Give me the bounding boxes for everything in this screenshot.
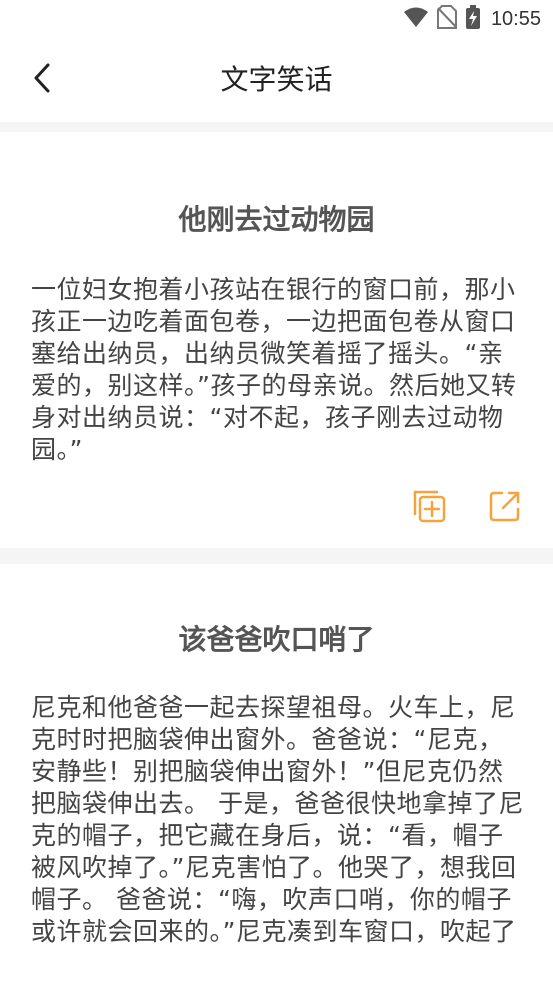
joke-actions (409, 488, 525, 528)
share-icon (488, 489, 522, 527)
copy-add-icon (412, 489, 446, 527)
joke-list[interactable]: 他刚去过动物园 一位妇女抱着小孩站在银行的窗口前，那小孩正一边吃着面包卷，一边把… (0, 122, 553, 983)
joke-title: 该爸爸吹口哨了 (178, 623, 375, 656)
no-sim-icon (436, 5, 457, 33)
wifi-icon (403, 6, 429, 32)
copy-button[interactable] (409, 488, 449, 528)
joke-card: 他刚去过动物园 一位妇女抱着小孩站在银行的窗口前，那小孩正一边吃着面包卷，一边把… (0, 132, 553, 548)
share-button[interactable] (485, 488, 525, 528)
page-title: 文字笑话 (220, 63, 333, 96)
status-icons: 10:55 (403, 5, 541, 33)
battery-charging-icon (465, 5, 481, 33)
joke-body: 一位妇女抱着小孩站在银行的窗口前，那小孩正一边吃着面包卷，一边把面包卷从窗口塞给… (31, 275, 517, 464)
joke-title: 他刚去过动物园 (178, 203, 375, 236)
joke-card: 该爸爸吹口哨了 尼克和他爸爸一起去探望祖母。火车上，尼克时时把脑袋伸出窗外。爸爸… (0, 564, 553, 983)
nav-bar: 文字笑话 (0, 38, 553, 122)
status-time: 10:55 (490, 7, 541, 30)
joke-body: 尼克和他爸爸一起去探望祖母。火车上，尼克时时把脑袋伸出窗外。爸爸说：“尼克，安静… (31, 693, 524, 946)
status-bar: 10:55 (0, 0, 553, 38)
